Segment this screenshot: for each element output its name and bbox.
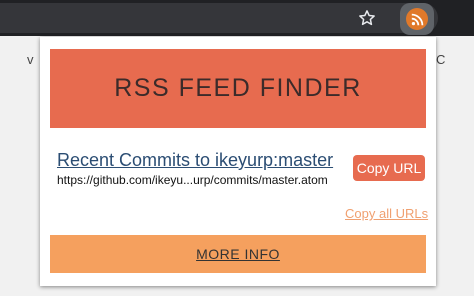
star-icon[interactable] [354, 5, 380, 31]
rss-icon [406, 8, 428, 30]
background-text-right: C [436, 52, 446, 67]
feed-url: https://github.com/ikeyu...urp/commits/m… [57, 173, 328, 187]
rss-extension-button[interactable] [400, 3, 434, 35]
popup-title: RSS FEED FINDER [114, 74, 362, 102]
copy-all-urls-link[interactable]: Copy all URLs [345, 206, 428, 221]
browser-toolbar [0, 0, 474, 36]
background-text-left: v [27, 52, 34, 67]
extension-popup: RSS FEED FINDER Recent Commits to ikeyur… [40, 37, 436, 286]
popup-header: RSS FEED FINDER [50, 49, 426, 128]
feed-title-link[interactable]: Recent Commits to ikeyurp:master [57, 150, 333, 171]
copy-url-button[interactable]: Copy URL [353, 155, 425, 181]
more-info-footer[interactable]: MORE INFO [50, 235, 426, 273]
more-info-link[interactable]: MORE INFO [196, 246, 280, 262]
